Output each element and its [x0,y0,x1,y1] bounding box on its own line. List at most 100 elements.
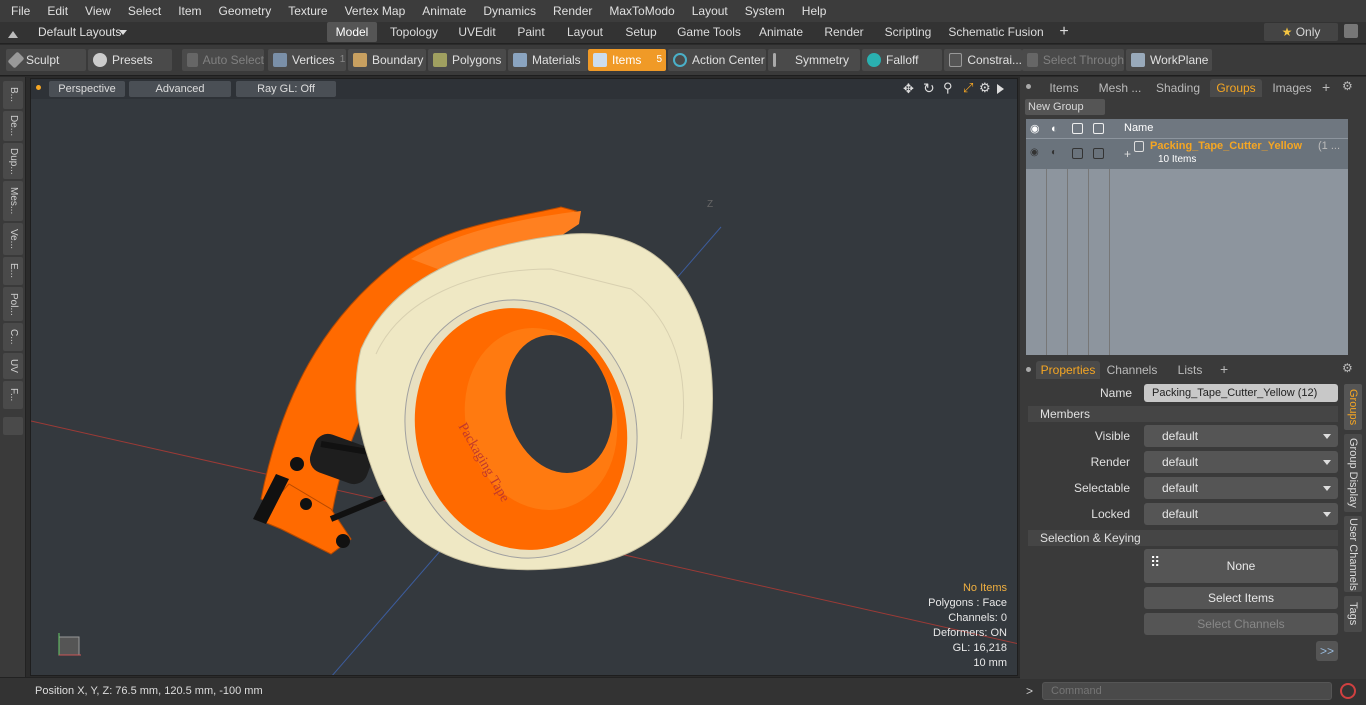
menu-dynamics[interactable]: Dynamics [472,0,542,22]
tab-items[interactable]: Items [1038,79,1090,97]
menu-system[interactable]: System [734,0,791,22]
constraints-button[interactable]: Constrai... [944,49,1022,71]
render-icon[interactable]: ◐ [1051,120,1058,139]
select-items-button[interactable]: Select Items [1144,587,1338,609]
raygl-dropdown[interactable]: Ray GL: Off [236,81,336,97]
left-tab-uv[interactable]: UV [3,353,23,379]
command-input[interactable] [1042,682,1332,700]
left-tab-extra[interactable] [3,417,23,435]
visible-dropdown[interactable]: default [1144,425,1338,447]
menu-edit[interactable]: Edit [36,0,74,22]
menu-texture[interactable]: Texture [277,0,333,22]
tab-mesh[interactable]: Mesh ... [1094,79,1146,97]
tab-properties[interactable]: Properties [1036,361,1100,379]
viewport-expand-icon[interactable] [997,84,1009,94]
view-type-dropdown[interactable]: Perspective [49,81,125,97]
row-render-icon[interactable]: ◐ [1051,147,1057,158]
action-center-button[interactable]: Action Center [668,49,766,71]
tab-model[interactable]: Model [327,22,377,42]
zoom-view-icon[interactable]: ⚲ [943,80,953,96]
side-tab-tags[interactable]: Tags [1344,596,1362,632]
polygons-button[interactable]: Polygons [428,49,506,71]
more-button[interactable]: >> [1316,641,1338,661]
sculpt-button[interactable]: Sculpt [6,49,86,71]
fit-view-icon[interactable]: ⤢ [963,80,973,96]
viewport-gear-icon[interactable]: ⚙ [979,80,991,96]
menu-select[interactable]: Select [117,0,167,22]
new-group-button[interactable]: New Group [1025,99,1105,115]
left-tab-deform[interactable]: De... [3,111,23,141]
tab-lists[interactable]: Lists [1166,361,1214,379]
menu-maxtomodo[interactable]: MaxToModo [598,0,680,22]
symmetry-button[interactable]: Symmetry [768,49,860,71]
menu-help[interactable]: Help [791,0,833,22]
group-row[interactable]: ◉ ◐ + Packing_Tape_Cutter_Yellow (1 ... … [1026,139,1348,169]
left-tab-duplicate[interactable]: Dup... [3,143,23,179]
panel-options-icon[interactable] [1026,84,1031,89]
3d-viewport[interactable]: Perspective Advanced Ray GL: Off ✥ ↻ ⚲ ⤢… [30,78,1018,676]
select-channels-button[interactable]: Select Channels [1144,613,1338,635]
add-tab-icon[interactable]: + [1055,22,1073,42]
props-options-icon[interactable] [1026,367,1031,372]
boundary-button[interactable]: Boundary [348,49,426,71]
side-tab-group-display[interactable]: Group Display [1344,434,1362,512]
tab-images[interactable]: Images [1266,79,1318,97]
add-panel-tab-icon[interactable]: + [1322,79,1330,95]
menu-file[interactable]: File [0,0,36,22]
selection-keying-section[interactable]: Selection & Keying [1028,530,1338,546]
selectable-dropdown[interactable]: default [1144,477,1338,499]
menu-vertex-map[interactable]: Vertex Map [334,0,412,22]
left-tab-mesh-edit[interactable]: Mes... [3,181,23,221]
tab-schematic-fusion[interactable]: Schematic Fusion [946,22,1046,42]
rotate-view-icon[interactable]: ↻ [923,80,935,97]
panel-gear-icon[interactable]: ⚙ [1342,79,1353,93]
group-name-field[interactable]: Packing_Tape_Cutter_Yellow (12) [1144,384,1338,402]
left-tab-curve[interactable]: C... [3,323,23,351]
menu-view[interactable]: View [74,0,117,22]
row-lock-checkbox[interactable] [1093,148,1104,159]
materials-button[interactable]: Materials [508,49,588,71]
vertices-button[interactable]: Vertices 1 [268,49,346,71]
row-eye-icon[interactable]: ◉ [1030,147,1039,158]
left-tab-fusion[interactable]: F... [3,381,23,409]
members-section[interactable]: Members [1028,406,1338,422]
side-tab-groups[interactable]: Groups [1344,384,1362,430]
menu-animate[interactable]: Animate [411,0,472,22]
shading-dropdown[interactable]: Advanced [129,81,231,97]
tab-render[interactable]: Render [818,22,870,42]
tab-shading[interactable]: Shading [1152,79,1204,97]
expand-icon[interactable]: + [1124,147,1131,161]
presets-button[interactable]: Presets [88,49,172,71]
render-dropdown[interactable]: default [1144,451,1338,473]
falloff-button[interactable]: Falloff [862,49,942,71]
maximize-icon[interactable] [1344,24,1358,38]
left-tab-vertex[interactable]: Ve... [3,223,23,255]
menu-geometry[interactable]: Geometry [208,0,278,22]
side-tab-user-channels[interactable]: User Channels [1344,516,1362,592]
menu-layout[interactable]: Layout [681,0,734,22]
menu-item[interactable]: Item [167,0,207,22]
items-button[interactable]: Items 5 [588,49,666,71]
locked-dropdown[interactable]: default [1144,503,1338,525]
visibility-eye-icon[interactable]: ◉ [1030,120,1040,139]
only-toggle[interactable]: ★ Only [1264,23,1338,41]
keying-none-button[interactable]: ⠿ None [1144,549,1338,583]
tab-setup[interactable]: Setup [618,22,664,42]
select-icon[interactable] [1072,123,1083,134]
workplane-button[interactable]: WorkPlane [1126,49,1212,71]
name-column-header[interactable]: Name [1124,119,1153,138]
record-icon[interactable] [1340,683,1356,699]
props-gear-icon[interactable]: ⚙ [1342,361,1353,375]
tab-layout[interactable]: Layout [560,22,610,42]
tab-groups[interactable]: Groups [1210,79,1262,97]
left-tab-basic[interactable]: B... [3,81,23,109]
select-through-button[interactable]: Select Through [1022,49,1124,71]
left-tab-polygon[interactable]: Pol... [3,287,23,321]
add-props-tab-icon[interactable]: + [1220,361,1228,377]
layouts-dropdown[interactable]: Default Layouts [38,25,121,39]
move-view-icon[interactable]: ✥ [903,81,914,97]
tab-animate[interactable]: Animate [752,22,810,42]
tab-scripting[interactable]: Scripting [879,22,937,42]
viewport-options-icon[interactable] [36,85,41,90]
tab-uvedit[interactable]: UVEdit [452,22,502,42]
